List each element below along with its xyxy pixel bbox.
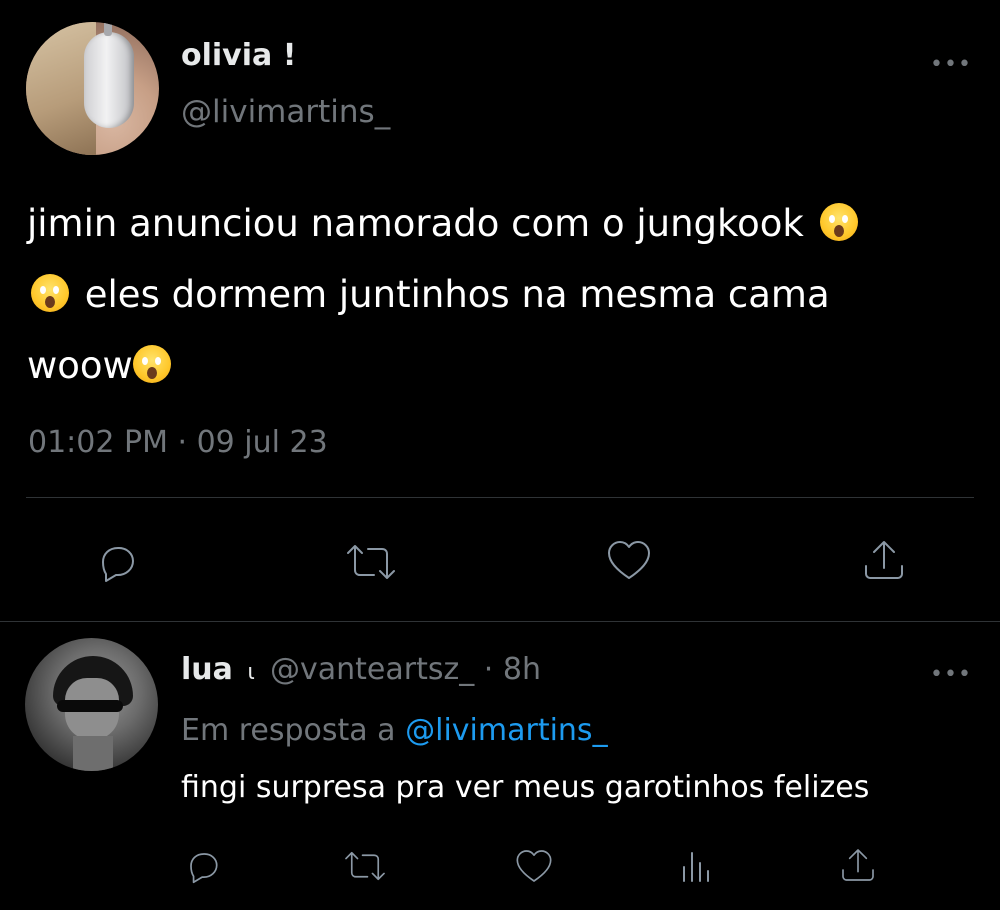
- heart-icon: [516, 850, 552, 882]
- like-button[interactable]: [605, 538, 653, 582]
- share-icon: [865, 541, 903, 579]
- reply-text: fingi surpresa pra ver meus garotinhos f…: [181, 770, 870, 805]
- views-icon: [683, 852, 709, 882]
- reply-views-button[interactable]: [676, 846, 716, 886]
- reply-icon: [190, 853, 218, 884]
- scream-emoji-icon: [31, 274, 69, 312]
- scream-emoji-icon: [132, 345, 171, 383]
- retweet-button[interactable]: [341, 540, 401, 584]
- heart-icon: [608, 541, 650, 579]
- author-avatar[interactable]: [26, 22, 159, 155]
- retweet-icon: [345, 851, 385, 881]
- reply-retweet-button[interactable]: [340, 847, 390, 885]
- reply-author-avatar[interactable]: [25, 638, 158, 771]
- reply-like-button[interactable]: [513, 846, 555, 886]
- reply-author-handle[interactable]: @vanteartsz_: [270, 652, 474, 687]
- divider: [26, 497, 974, 498]
- reply-button[interactable]: [94, 540, 140, 584]
- tweet-text-line3: woow: [27, 344, 133, 387]
- author-handle[interactable]: @livimartins_: [181, 94, 390, 130]
- reply-author-symbol: ɩ: [247, 660, 255, 685]
- reply-to-prefix: Em resposta a: [181, 713, 396, 748]
- reply-more-options-icon[interactable]: •••: [930, 662, 972, 687]
- reply-share-button[interactable]: [838, 844, 878, 886]
- tweet-separator: [0, 621, 1000, 622]
- more-options-icon[interactable]: •••: [930, 52, 972, 77]
- reply-time[interactable]: · 8h: [484, 652, 541, 687]
- tweet-timestamp[interactable]: 01:02 PM · 09 jul 23: [28, 425, 328, 460]
- retweet-icon: [347, 545, 395, 579]
- share-button[interactable]: [860, 536, 908, 584]
- tweet-text-line2: eles dormem juntinhos na mesma cama: [84, 273, 830, 316]
- reply-icon: [102, 547, 134, 582]
- scream-emoji-icon: [819, 203, 858, 241]
- tweet-text: jimin anunciou namorado com o jungkook e…: [27, 188, 977, 401]
- avatar-sunglasses: [57, 700, 123, 712]
- tweet-text-line1: jimin anunciou namorado com o jungkook: [27, 202, 804, 245]
- share-icon: [842, 849, 874, 881]
- avatar-headphone: [84, 22, 134, 128]
- reply-author-name[interactable]: lua ɩ: [181, 652, 255, 687]
- author-name[interactable]: olivia !: [181, 38, 296, 73]
- reply-to-line: Em resposta a @livimartins_: [181, 713, 608, 748]
- avatar-neck: [73, 736, 113, 771]
- reply-author-handle-row: @vanteartsz_ · 8h: [270, 652, 541, 687]
- reply-to-mention[interactable]: @livimartins_: [405, 713, 607, 748]
- reply-reply-button[interactable]: [183, 847, 223, 885]
- reply-author-name-text: lua: [181, 652, 233, 687]
